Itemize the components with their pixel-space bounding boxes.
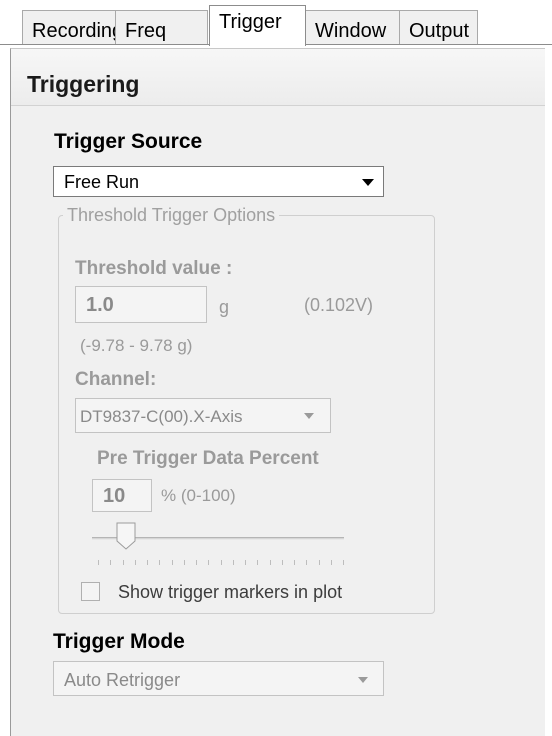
slider-tick (343, 560, 344, 565)
pre-trigger-input[interactable]: 10 (92, 479, 152, 512)
slider-tick (134, 560, 136, 565)
slider-tick (147, 560, 148, 565)
slider-tick (269, 560, 271, 565)
pre-trigger-value: 10 (103, 485, 126, 507)
slider-tick (110, 560, 112, 565)
trigger-mode-label: Trigger Mode (53, 630, 185, 653)
threshold-value-input[interactable]: 1.0 (75, 286, 207, 323)
show-markers-checkbox[interactable] (81, 582, 100, 601)
trigger-mode-selected: Auto Retrigger (64, 670, 181, 690)
tab-freq[interactable]: Freq (115, 10, 208, 45)
tab-window[interactable]: Window (305, 10, 400, 45)
tab-output[interactable]: Output (399, 10, 478, 45)
slider-tick (196, 560, 197, 565)
pre-trigger-range: % (0-100) (161, 486, 236, 505)
slider-tick (220, 560, 222, 565)
slider-tick (232, 560, 234, 565)
threshold-value-text: 1.0 (86, 294, 114, 316)
threshold-range: (-9.78 - 9.78 g) (80, 336, 193, 355)
tab-output-label: Output (409, 20, 470, 42)
panel-header: Triggering (11, 49, 545, 106)
tab-recording[interactable]: Recording (22, 10, 123, 45)
chevron-down-icon (362, 179, 374, 186)
slider-tick (245, 560, 246, 565)
tab-freq-label: Freq (125, 20, 167, 42)
slider-tick (257, 560, 259, 565)
trigger-settings-window: Recording Freq Window Output Trigger Tri… (0, 0, 552, 736)
trigger-source-dropdown[interactable]: Free Run (53, 166, 384, 197)
threshold-voltage: (0.102V) (304, 295, 374, 315)
slider-tick (208, 560, 210, 565)
pre-trigger-slider-thumb[interactable] (116, 522, 136, 550)
slider-tick (294, 560, 295, 565)
chevron-down-icon (304, 413, 314, 419)
slider-tick (122, 560, 124, 565)
channel-label: Channel: (75, 369, 157, 390)
slider-tick (171, 560, 173, 565)
slider-tick (330, 560, 332, 565)
channel-dropdown[interactable]: DT9837-C(00).X-Axis (75, 398, 331, 433)
channel-selected: DT9837-C(00).X-Axis (80, 407, 243, 426)
threshold-value-label: Threshold value : (75, 258, 233, 279)
slider-tick (183, 560, 185, 565)
show-markers-label: Show trigger markers in plot (118, 582, 343, 602)
slider-tick (98, 560, 99, 565)
trigger-source-selected: Free Run (64, 172, 140, 192)
trigger-source-label: Trigger Source (54, 130, 203, 153)
tab-trigger-label: Trigger (219, 11, 282, 33)
pre-trigger-label: Pre Trigger Data Percent (97, 448, 319, 469)
slider-tick (306, 560, 308, 565)
trigger-mode-dropdown[interactable]: Auto Retrigger (53, 661, 384, 696)
threshold-unit: g (219, 297, 230, 317)
threshold-options-title: Threshold Trigger Options (63, 205, 280, 226)
tab-recording-label: Recording (32, 20, 124, 42)
slider-tick (159, 560, 161, 565)
tab-window-label: Window (315, 20, 387, 42)
tab-trigger[interactable]: Trigger (209, 5, 306, 46)
slider-tick (281, 560, 283, 565)
slider-tick (318, 560, 320, 565)
chevron-down-icon (358, 677, 368, 683)
panel-title: Triggering (27, 71, 140, 97)
